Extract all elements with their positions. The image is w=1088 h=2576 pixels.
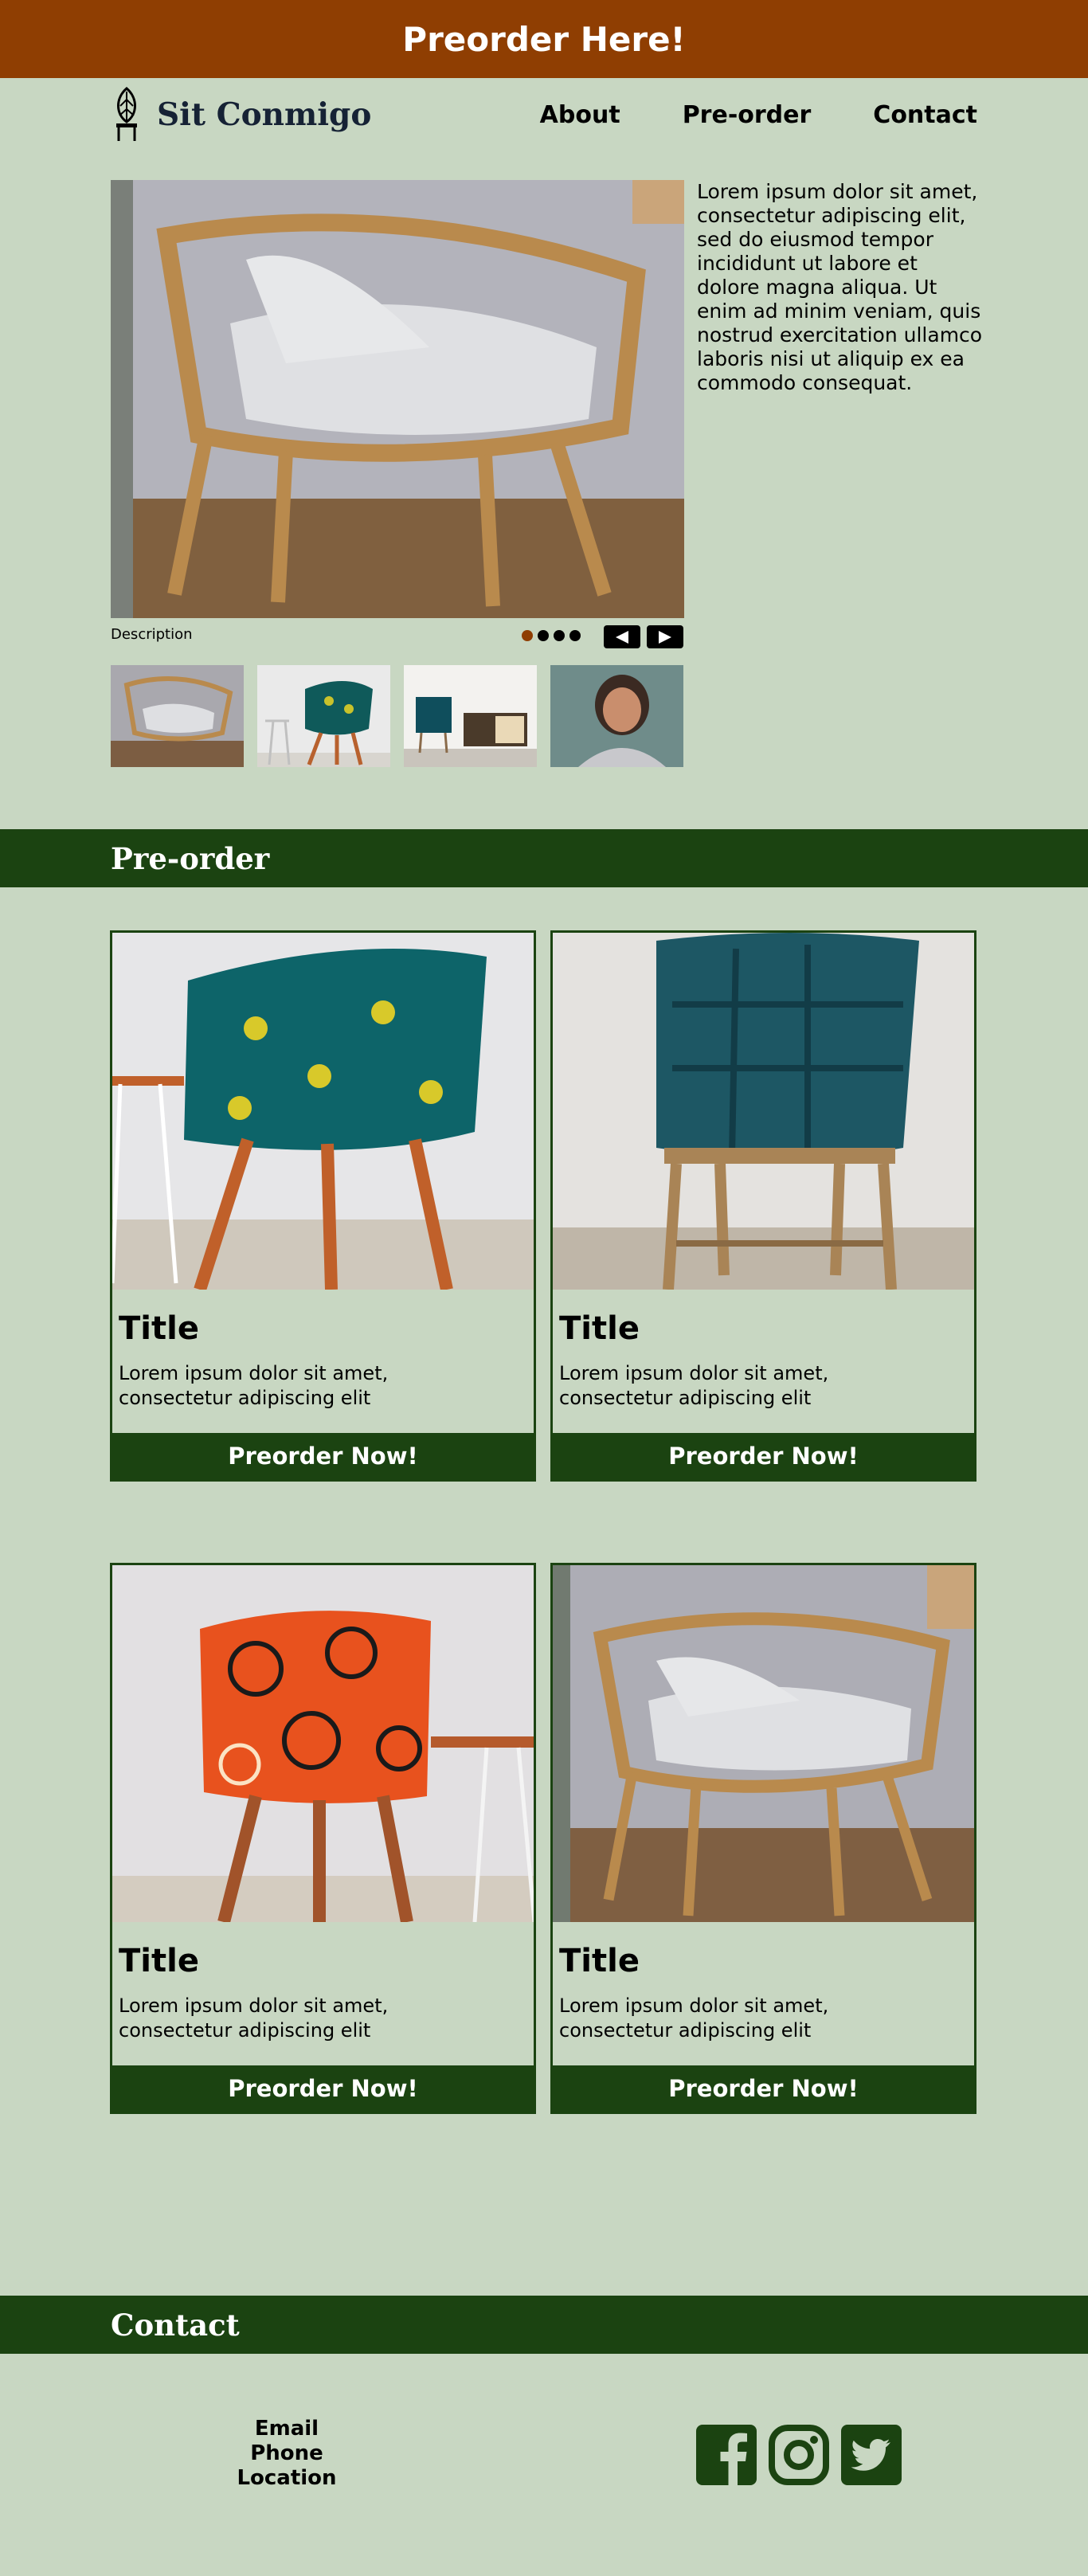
card-text: Lorem ipsum dolor sit amet, consectetur … <box>119 1362 389 1409</box>
product-image-rattan-chair <box>553 1565 974 1922</box>
product-image-patterned-chair <box>112 933 534 1290</box>
thumbnail-portrait[interactable] <box>550 665 683 767</box>
social-links <box>696 2425 902 2485</box>
product-image-teal-chair <box>553 933 974 1290</box>
contact-info: Email Phone Location <box>207 2417 366 2491</box>
carousel-dot[interactable] <box>522 630 533 641</box>
preorder-now-button[interactable]: Preorder Now! <box>112 2065 534 2112</box>
caret-left-icon <box>616 630 628 644</box>
product-image-orange-chair <box>112 1565 534 1922</box>
card-title: Title <box>559 1310 640 1347</box>
next-slide-button[interactable] <box>647 625 683 648</box>
brand-name: Sit Conmigo <box>157 96 372 133</box>
thumbnail-strip <box>111 665 683 767</box>
banner-text: Preorder Here! <box>402 19 686 59</box>
caret-right-icon <box>659 630 671 644</box>
contact-email[interactable]: Email <box>207 2417 366 2441</box>
carousel-dot[interactable] <box>554 630 565 641</box>
preorder-now-button[interactable]: Preorder Now! <box>553 1433 974 1479</box>
preorder-banner[interactable]: Preorder Here! <box>0 0 1088 78</box>
card-text: Lorem ipsum dolor sit amet, consectetur … <box>119 1995 389 2042</box>
prev-slide-button[interactable] <box>604 625 640 648</box>
hero-image-rattan-chair <box>111 180 684 618</box>
thumbnail-room-scene[interactable] <box>404 665 537 767</box>
preorder-now-button[interactable]: Preorder Now! <box>112 1433 534 1479</box>
preorder-section-bar: Pre-order <box>0 829 1088 887</box>
image-caption: Description <box>111 626 193 643</box>
logo[interactable]: Sit Conmigo <box>111 86 371 143</box>
card-text: Lorem ipsum dolor sit amet, consectetur … <box>559 1995 829 2042</box>
thumbnail-patterned-chair[interactable] <box>257 665 390 767</box>
twitter-icon[interactable] <box>841 2425 902 2485</box>
contact-phone[interactable]: Phone <box>207 2441 366 2466</box>
leaf-chair-logo-icon <box>111 86 143 143</box>
nav-about[interactable]: About <box>540 101 620 129</box>
product-card: Title Lorem ipsum dolor sit amet, consec… <box>550 930 976 1482</box>
hero-description: Lorem ipsum dolor sit amet, consectetur … <box>697 180 983 394</box>
product-card: Title Lorem ipsum dolor sit amet, consec… <box>110 930 536 1482</box>
preorder-now-button[interactable]: Preorder Now! <box>553 2065 974 2112</box>
card-title: Title <box>119 1943 199 1979</box>
main-nav: About Pre-order Contact <box>540 101 977 129</box>
card-title: Title <box>559 1943 640 1979</box>
card-title: Title <box>119 1310 199 1347</box>
nav-contact[interactable]: Contact <box>873 101 977 129</box>
thumbnail-rattan-chair[interactable] <box>111 665 244 767</box>
site-header: Sit Conmigo About Pre-order Contact <box>111 84 977 145</box>
facebook-icon[interactable] <box>696 2425 757 2485</box>
preorder-heading: Pre-order <box>111 840 270 876</box>
contact-heading: Contact <box>111 2307 240 2343</box>
product-card: Title Lorem ipsum dolor sit amet, consec… <box>110 1563 536 2114</box>
carousel-dot[interactable] <box>569 630 581 641</box>
contact-location[interactable]: Location <box>207 2466 366 2491</box>
carousel-dots <box>522 630 581 641</box>
carousel-dot[interactable] <box>538 630 549 641</box>
instagram-icon[interactable] <box>769 2425 829 2485</box>
product-card: Title Lorem ipsum dolor sit amet, consec… <box>550 1563 976 2114</box>
card-text: Lorem ipsum dolor sit amet, consectetur … <box>559 1362 829 1409</box>
nav-preorder[interactable]: Pre-order <box>683 101 812 129</box>
contact-section-bar: Contact <box>0 2296 1088 2354</box>
